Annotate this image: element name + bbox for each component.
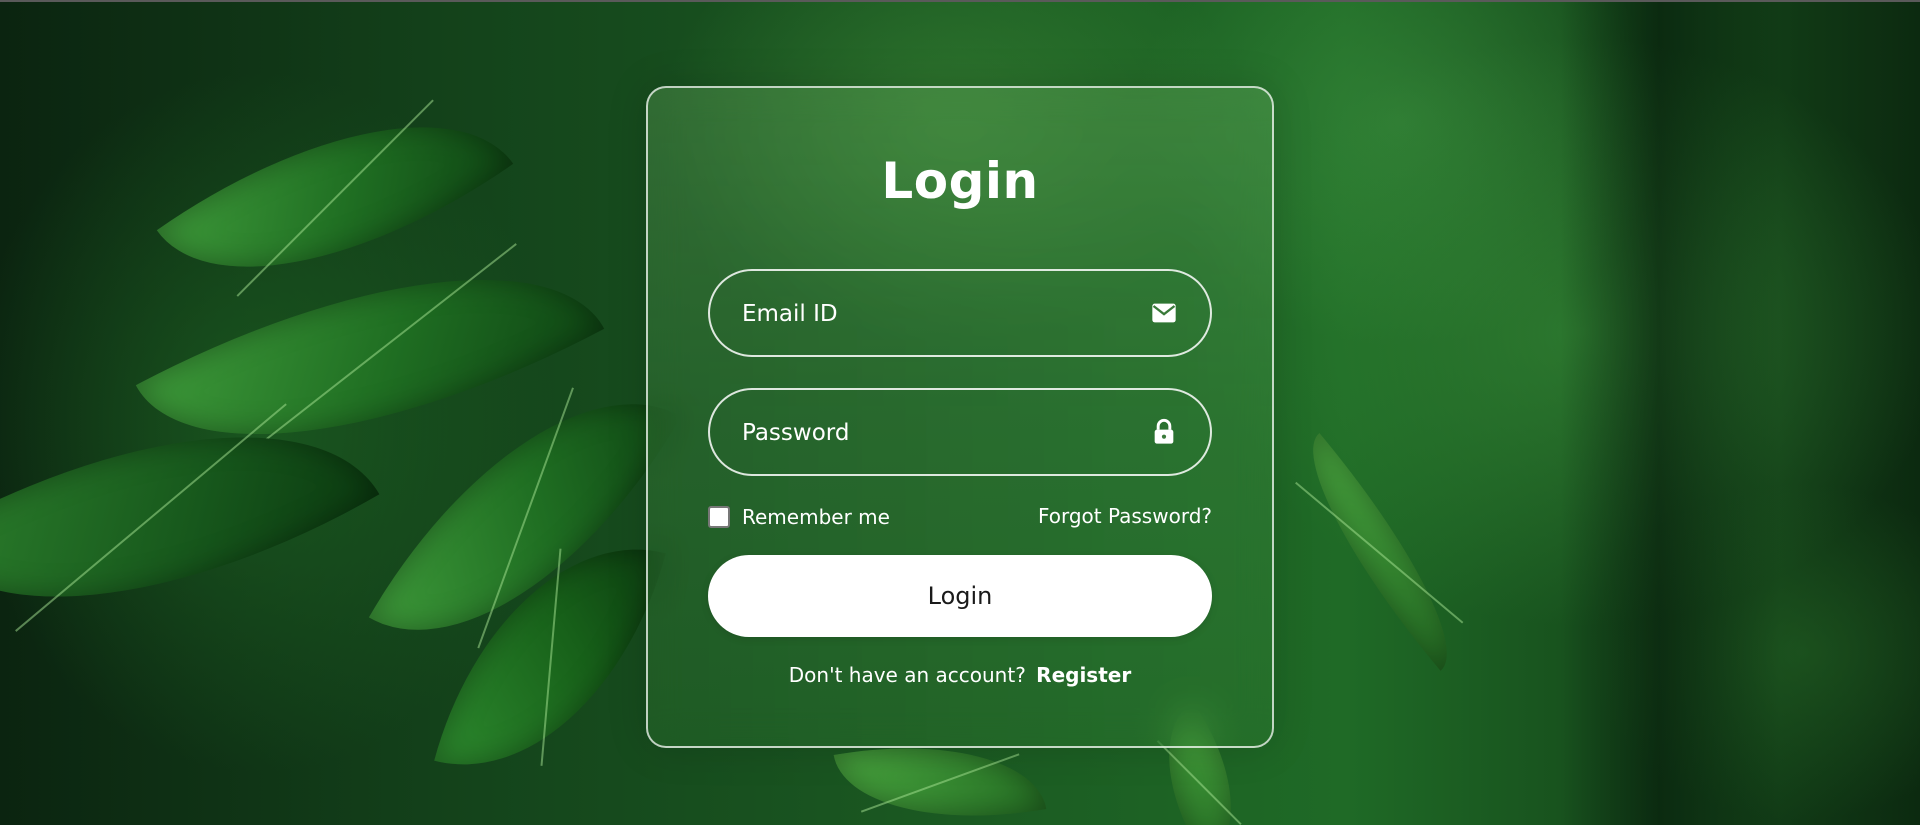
lock-icon bbox=[1154, 418, 1174, 444]
login-title: Login bbox=[881, 152, 1039, 210]
password-field[interactable] bbox=[708, 388, 1212, 476]
email-field[interactable] bbox=[708, 269, 1212, 357]
remember-me-checkbox[interactable] bbox=[708, 506, 730, 528]
email-input[interactable] bbox=[740, 271, 1124, 357]
remember-me-label: Remember me bbox=[742, 505, 890, 529]
register-link[interactable]: Register bbox=[1036, 663, 1131, 687]
background-shadow bbox=[1560, 2, 1780, 825]
login-options: Remember me Forgot Password? bbox=[708, 502, 1212, 532]
forgot-password-link[interactable]: Forgot Password? bbox=[1038, 504, 1212, 528]
register-line: Don't have an account? Register bbox=[648, 663, 1272, 687]
login-button[interactable]: Login bbox=[708, 555, 1212, 637]
password-input[interactable] bbox=[740, 390, 1124, 476]
register-prompt: Don't have an account? bbox=[788, 663, 1026, 687]
login-card: Login Remember me Forgot Password? Log bbox=[646, 86, 1274, 748]
login-page: Login Remember me Forgot Password? Log bbox=[0, 0, 1920, 825]
remember-me[interactable]: Remember me bbox=[708, 502, 890, 532]
background-leaf bbox=[1273, 433, 1487, 671]
mail-icon bbox=[1152, 303, 1176, 323]
